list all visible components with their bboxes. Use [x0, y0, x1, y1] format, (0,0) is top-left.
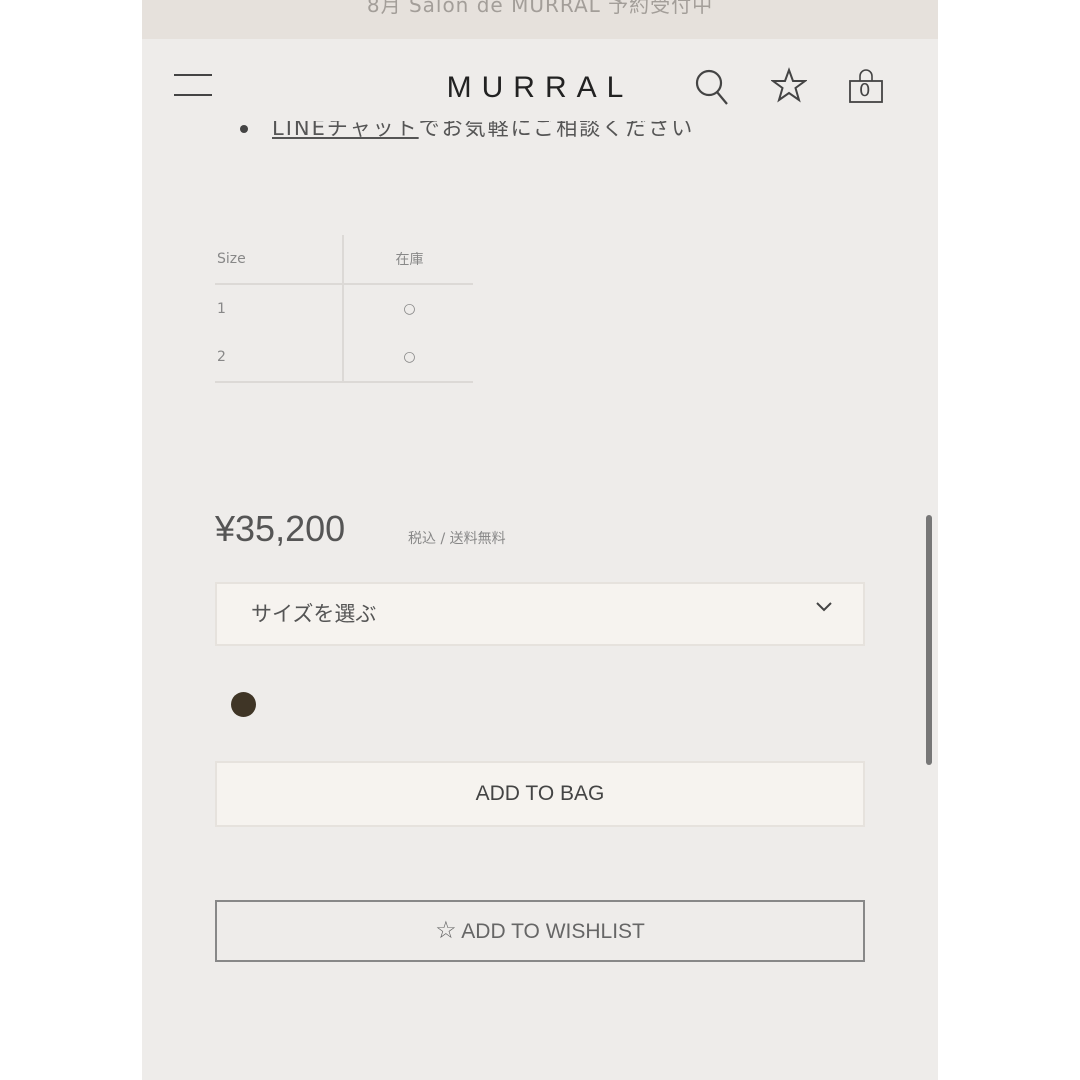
search-icon[interactable]: [694, 67, 730, 107]
cart-count: 0: [859, 80, 871, 101]
table-row: 1 ○: [215, 284, 473, 333]
star-icon: ☆: [435, 917, 457, 944]
logo[interactable]: MURRAL: [142, 71, 938, 105]
wishlist-label: ADD TO WISHLIST: [461, 920, 645, 943]
scrollbar[interactable]: [926, 515, 932, 765]
size-cell: 2: [215, 333, 343, 383]
tax-note: 税込 / 送料無料: [408, 531, 506, 547]
color-swatch[interactable]: [231, 692, 256, 717]
table-row: 2 ○: [215, 333, 473, 383]
add-to-bag-button[interactable]: ADD TO BAG: [215, 761, 865, 827]
size-stock-table: Size 在庫 1 ○ 2 ○: [215, 235, 473, 383]
size-select[interactable]: サイズを選ぶ: [215, 582, 865, 646]
banner-text: 8月 Salon de MURRAL 予約受付中: [366, 0, 714, 17]
bullet-dot: [240, 125, 248, 133]
header-size: Size: [215, 235, 343, 285]
wishlist-star-icon[interactable]: [771, 67, 807, 103]
price: ¥35,200: [215, 508, 346, 549]
stock-cell: ○: [342, 333, 473, 383]
add-to-wishlist-button[interactable]: ☆ ADD TO WISHLIST: [215, 900, 865, 962]
chevron-down-icon: [816, 602, 832, 612]
size-select-label: サイズを選ぶ: [251, 602, 377, 626]
stock-cell: ○: [342, 284, 473, 333]
header: MURRAL 0: [142, 39, 938, 121]
announcement-banner[interactable]: 8月 Salon de MURRAL 予約受付中: [142, 0, 938, 39]
header-stock: 在庫: [342, 235, 473, 285]
cart-button[interactable]: 0: [848, 69, 884, 105]
size-cell: 1: [217, 301, 226, 317]
page: 8月 Salon de MURRAL 予約受付中 LINEチャットでお気軽にご相…: [142, 0, 938, 1080]
